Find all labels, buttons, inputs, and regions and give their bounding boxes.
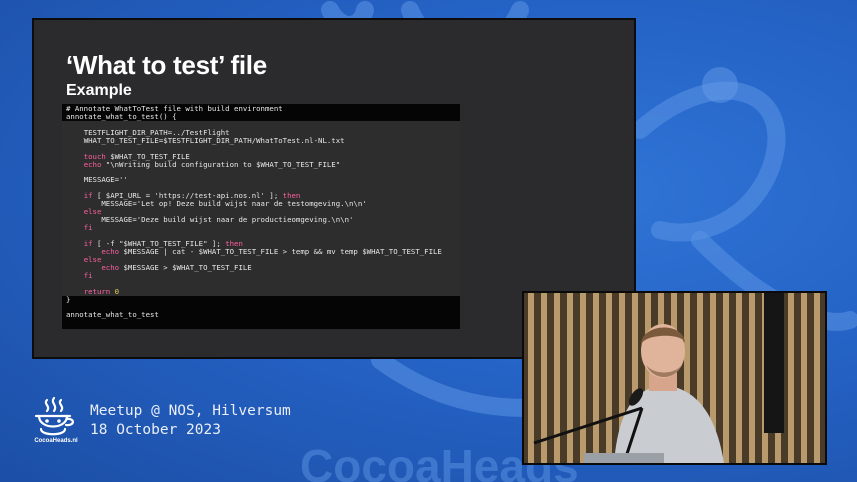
code-block: # Annotate WhatToTest file with build en… [62, 104, 460, 329]
code-line: fi [62, 224, 460, 232]
code-line: annotate_what_to_test() { [66, 111, 177, 121]
slide-title: ‘What to test’ file [66, 50, 267, 80]
code-line: return 0 [62, 287, 460, 296]
slide-subtitle: Example [66, 82, 132, 99]
code-line: echo $MESSAGE | cat - $WHAT_TO_TEST_FILE… [62, 247, 460, 256]
code-line: WHAT_TO_TEST_FILE=$TESTFLIGHT_DIR_PATH/W… [62, 136, 460, 145]
code-line: MESSAGE='Let op! Deze build wijst naar d… [62, 200, 460, 209]
code-line: MESSAGE='' [62, 176, 460, 185]
event-date: 18 October 2023 [90, 422, 221, 438]
code-line: annotate_what_to_test [66, 310, 159, 320]
code-line: echo "\nWriting build configuration to $… [62, 160, 460, 169]
speaker-video-feed [524, 293, 825, 463]
code-line: } [66, 294, 71, 304]
code-line [62, 279, 460, 288]
code-line: MESSAGE='Deze build wijst naar de produc… [62, 216, 460, 225]
logo-text: CocoaHeads.nl [34, 438, 78, 444]
code-line: fi [62, 271, 460, 280]
code-line: echo $MESSAGE > $WHAT_TO_TEST_FILE [62, 263, 460, 272]
speaker-webcam [522, 291, 827, 465]
event-location: Meetup @ NOS, Hilversum [90, 403, 291, 419]
